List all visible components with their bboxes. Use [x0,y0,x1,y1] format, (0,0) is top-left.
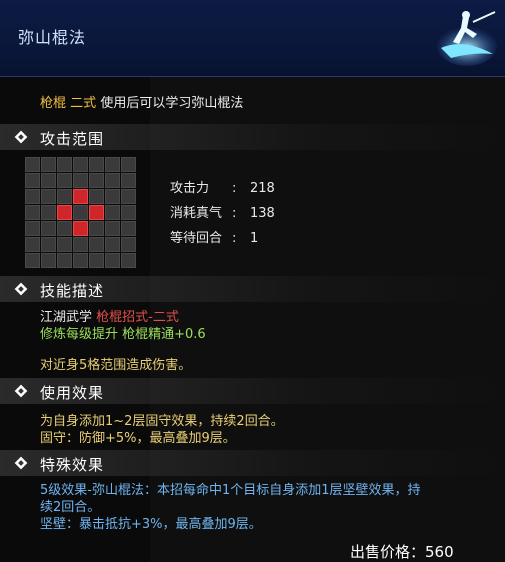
range-cell [41,157,56,172]
range-cell [105,173,120,188]
range-cell [105,237,120,252]
range-cell [89,157,104,172]
range-cell [41,221,56,236]
item-title: 弥山棍法 [18,28,87,47]
stat-colon: : [232,181,237,196]
range-cell [57,253,72,268]
stat-label: 等待回合 [170,231,223,246]
range-cell [25,221,40,236]
diamond-icon [14,282,28,296]
use-effect-line: 固守：防御+5%，最高叠加9层。 [40,431,236,446]
stat-label: 消耗真气 [170,206,223,221]
stat-mp-cost: 消耗真气:138 [170,202,275,221]
range-cell [41,253,56,268]
stat-value: 138 [250,206,275,221]
sell-price-value: 560 [425,543,454,561]
diamond-icon [14,130,28,144]
range-cell [121,205,136,220]
sell-price-label: 出售价格： [350,543,426,561]
range-cell [89,237,104,252]
diamond-icon [14,456,28,470]
range-cell [25,205,40,220]
range-cell [89,221,104,236]
range-cell [121,253,136,268]
range-cell [25,173,40,188]
section-title: 技能描述 [40,282,105,300]
range-cell [41,205,56,220]
stat-colon: : [232,231,237,246]
range-cell [25,157,40,172]
skill-effect-line: 对近身5格范围造成伤害。 [40,358,192,373]
range-cell [57,237,72,252]
weapon-type: 枪棍 [40,96,67,111]
range-cell [73,237,88,252]
range-cell [73,253,88,268]
range-cell [89,173,104,188]
range-cell [121,189,136,204]
range-cell [121,221,136,236]
stat-value: 218 [250,181,275,196]
section-special-effect: 特殊效果 [0,450,505,476]
skill-rank: 二式 [70,96,97,111]
section-title: 使用效果 [40,384,105,402]
item-desc-text: 使用后可以学习弥山棍法 [100,96,244,111]
range-cell [105,189,120,204]
stat-value: 1 [250,231,259,246]
tooltip-header: 弥山棍法 [0,0,505,77]
range-cell [121,173,136,188]
range-cell [121,157,136,172]
special-effect-line: 坚壁：暴击抵抗+3%，最高叠加9层。 [40,517,262,532]
range-cell-active [57,205,72,220]
range-cell [41,189,56,204]
range-cell [73,157,88,172]
range-cell [25,237,40,252]
section-attack-range: 攻击范围 [0,124,505,150]
section-skill-desc: 技能描述 [0,276,505,302]
stat-attack: 攻击力:218 [170,177,275,196]
range-cell [105,221,120,236]
range-cell [57,173,72,188]
skill-growth-line: 修炼每级提升 枪棍精通+0.6 [40,327,206,342]
range-cell [105,157,120,172]
range-cell-active [89,205,104,220]
range-cell [73,205,88,220]
range-cell [57,221,72,236]
special-effect-line: 续2回合。 [40,500,101,515]
stat-colon: : [232,206,237,221]
attack-range-grid [25,157,137,269]
range-cell [25,253,40,268]
range-cell [57,157,72,172]
stat-wait-turns: 等待回合:1 [170,227,258,246]
diamond-icon [14,384,28,398]
stat-label: 攻击力 [170,181,210,196]
item-desc-line: 枪棍 二式 使用后可以学习弥山棍法 [40,92,243,111]
range-cell [57,189,72,204]
range-cell [105,253,120,268]
swordsman-emblem-icon [437,11,497,66]
range-cell-active [73,221,88,236]
sell-price: 出售价格：560 [350,541,454,562]
range-cell [25,189,40,204]
item-tooltip-panel: 弥山棍法 枪棍 二式 使用后可以学习弥山棍法 攻击范围 攻击力: 218 消耗… [0,0,505,562]
section-title: 攻击范围 [40,130,105,148]
section-use-effect: 使用效果 [0,378,505,404]
range-cell [73,173,88,188]
section-title: 特殊效果 [40,456,105,474]
range-cell-active [73,189,88,204]
range-cell [89,253,104,268]
range-cell [121,237,136,252]
special-effect-line: 5级效果-弥山棍法：本招每命中1个目标自身添加1层坚壁效果，持 [40,483,421,498]
range-cell [105,205,120,220]
range-cell [89,189,104,204]
range-cell [41,173,56,188]
range-cell [41,237,56,252]
